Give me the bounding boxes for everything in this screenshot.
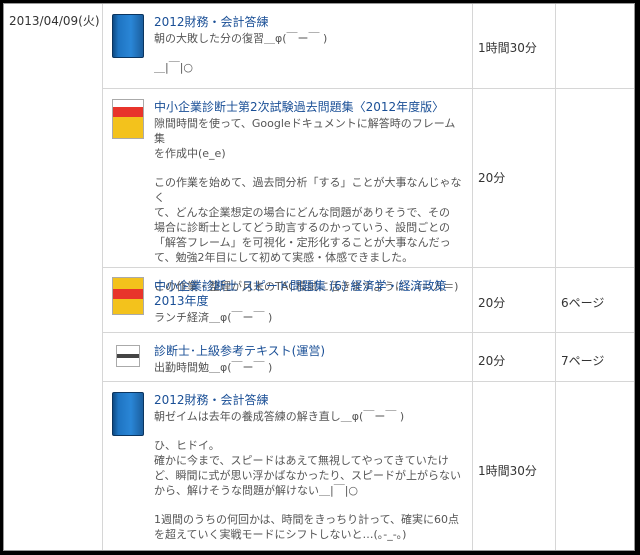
log-row: 診断士･上級参考テキスト(運営) 出勤時間勉＿φ(￣ー￣ ) 20分 7ページ	[102, 333, 634, 382]
material-cell: 2012財務・会計答練 朝の大敗した分の復習＿φ(￣ー￣ ) ＿|￣|○	[102, 4, 473, 88]
material-cell: 中小企業診断士第2次試験過去問題集〈2012年度版〉 隙間時間を使って、Goog…	[102, 89, 473, 293]
time-cell: 1時間30分	[473, 382, 556, 550]
comment-text: ランチ経済＿φ(￣ー￣ )	[154, 311, 273, 324]
date-cell: 2013/04/09(火)	[4, 4, 103, 550]
material-title-link[interactable]: 診断士･上級参考テキスト(運営)	[154, 344, 466, 359]
pages-cell	[556, 89, 634, 267]
pages-count: 7ページ	[561, 354, 605, 368]
study-time: 20分	[478, 296, 506, 310]
study-log-frame: 2013/04/09(火) 2012財務・会計答練 朝の大敗した分の復習＿φ(￣…	[3, 3, 635, 551]
material-cell: 2012財務・会計答練 朝ゼイムは去年の養成答練の解き直し＿φ(￣ー￣ ) ひ、…	[102, 382, 473, 550]
study-time: 20分	[478, 171, 506, 185]
material-title-link[interactable]: 中小企業診断士 スピード問題集 (6) 経済学・経済政策 2013年度	[154, 279, 466, 309]
study-time: 1時間30分	[478, 464, 537, 478]
date-label: 2013/04/09(火)	[9, 14, 100, 28]
time-cell: 20分	[473, 333, 556, 381]
pages-cell	[556, 4, 634, 88]
pages-count: 6ページ	[561, 296, 605, 310]
blue-book-icon[interactable]	[112, 392, 144, 436]
study-time: 1時間30分	[478, 41, 537, 55]
material-cell: 診断士･上級参考テキスト(運営) 出勤時間勉＿φ(￣ー￣ )	[102, 333, 473, 381]
log-row: 中小企業診断士第2次試験過去問題集〈2012年度版〉 隙間時間を使って、Goog…	[102, 89, 634, 293]
comment-text: 朝の大敗した分の復習＿φ(￣ー￣ ) ＿|￣|○	[154, 32, 328, 74]
book-cover-icon[interactable]	[112, 99, 144, 139]
blue-book-icon[interactable]	[112, 14, 144, 58]
log-row: 2012財務・会計答練 朝の大敗した分の復習＿φ(￣ー￣ ) ＿|￣|○ 1時間3…	[102, 4, 634, 89]
log-row: 2012財務・会計答練 朝ゼイムは去年の養成答練の解き直し＿φ(￣ー￣ ) ひ、…	[102, 382, 634, 550]
time-cell: 1時間30分	[473, 4, 556, 88]
book-cover-icon[interactable]	[112, 277, 144, 315]
log-row: 中小企業診断士 スピード問題集 (6) 経済学・経済政策 2013年度 ランチ経…	[102, 268, 634, 333]
text-book-icon[interactable]	[116, 345, 140, 367]
pages-cell	[556, 382, 634, 550]
material-title-link[interactable]: 2012財務・会計答練	[154, 15, 466, 30]
study-time: 20分	[478, 354, 506, 368]
comment-text: 朝ゼイムは去年の養成答練の解き直し＿φ(￣ー￣ ) ひ、ヒドイ。 確かに今まで、ス…	[154, 410, 462, 541]
time-cell: 20分	[473, 268, 556, 332]
material-cell: 中小企業診断士 スピード問題集 (6) 経済学・経済政策 2013年度 ランチ経…	[102, 268, 473, 332]
time-cell: 20分	[473, 89, 556, 267]
material-title-link[interactable]: 中小企業診断士第2次試験過去問題集〈2012年度版〉	[154, 100, 466, 115]
comment-text: 出勤時間勉＿φ(￣ー￣ )	[154, 361, 273, 374]
pages-cell: 7ページ	[556, 333, 634, 381]
material-title-link[interactable]: 2012財務・会計答練	[154, 393, 466, 408]
pages-cell: 6ページ	[556, 268, 634, 332]
